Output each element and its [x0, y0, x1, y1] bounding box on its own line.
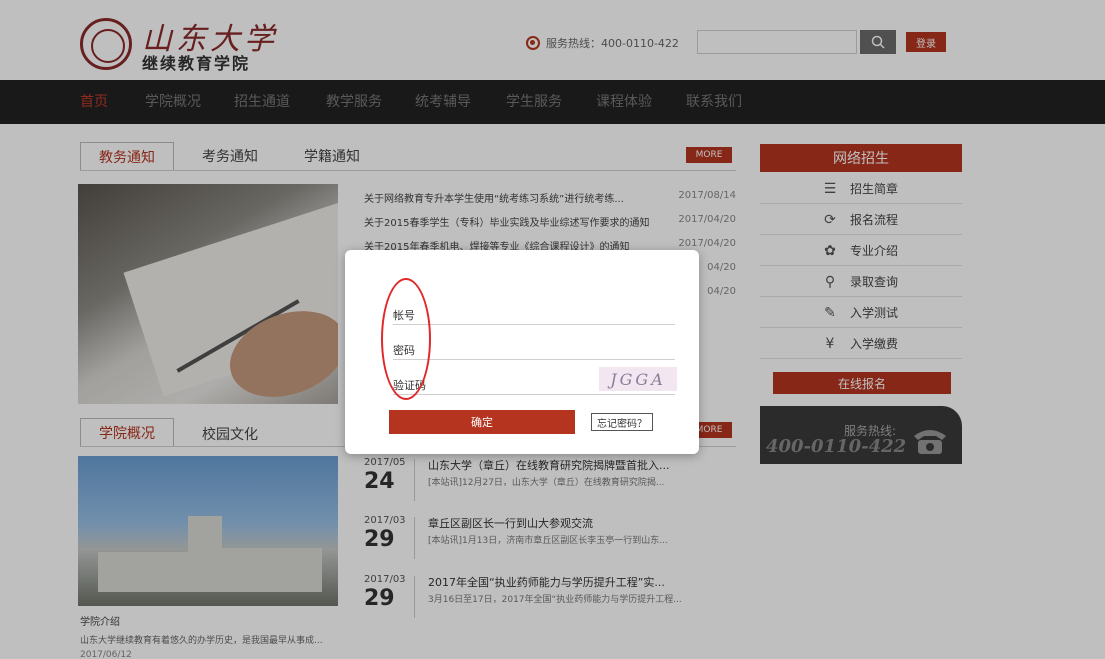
account-label: 帐号 [393, 309, 415, 322]
captcha-image[interactable]: JGGA [599, 367, 677, 391]
password-label: 密码 [393, 344, 415, 357]
confirm-button[interactable]: 确定 [389, 410, 575, 434]
captcha-input[interactable] [453, 371, 593, 393]
captcha-field: 验证码 JGGA [393, 365, 677, 395]
account-field: 帐号 [393, 295, 675, 325]
account-input[interactable] [453, 301, 593, 323]
password-field: 密码 [393, 330, 675, 360]
forgot-password-button[interactable]: 忘记密码？ [591, 413, 653, 431]
captcha-label: 验证码 [393, 379, 426, 392]
login-modal: 帐号 密码 验证码 JGGA 确定 忘记密码？ [345, 250, 699, 454]
password-input[interactable] [453, 336, 593, 358]
